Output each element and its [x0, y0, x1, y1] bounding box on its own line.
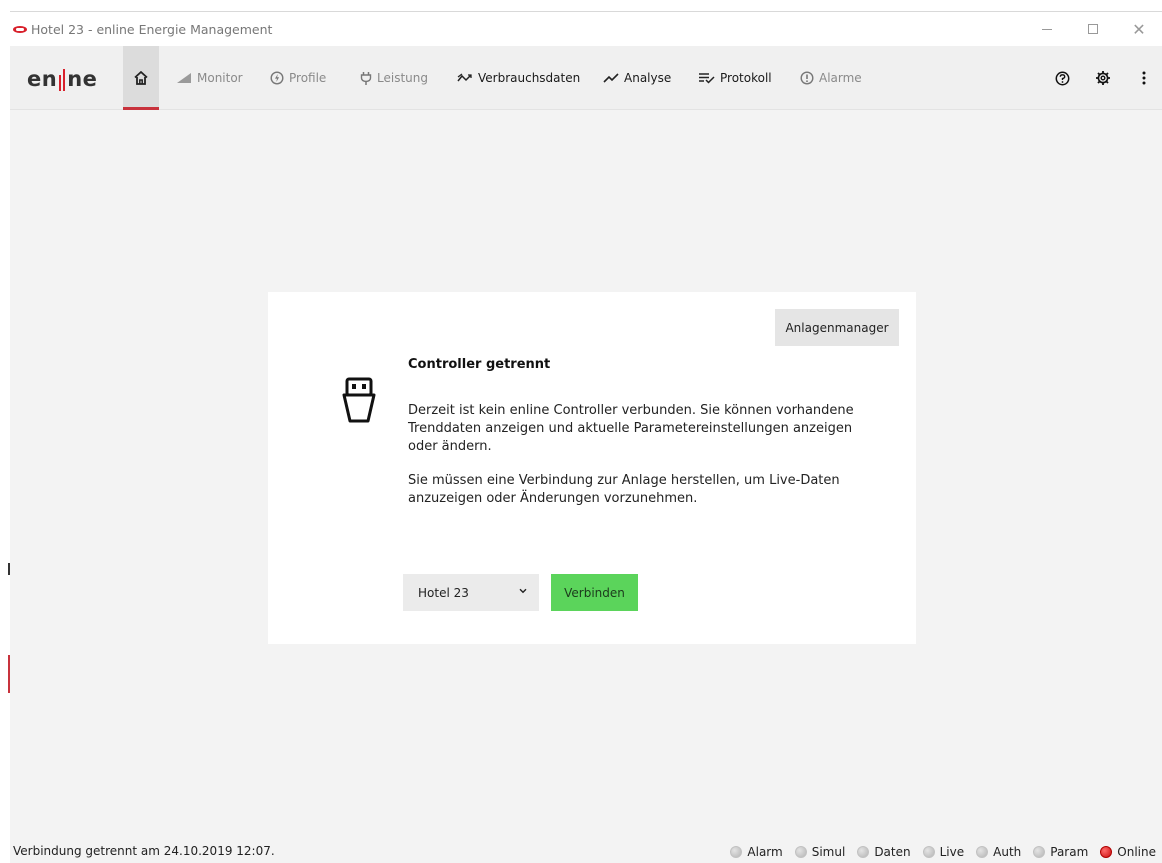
- status-message: Verbindung getrennt am 24.10.2019 12:07.: [13, 844, 275, 858]
- status-dot-icon: [794, 845, 807, 858]
- alert-circle-icon: [800, 71, 814, 85]
- indicator-alarm: Alarm: [730, 844, 783, 859]
- card-description-2: Sie müssen eine Verbindung zur Anlage he…: [408, 473, 840, 506]
- maximize-button[interactable]: [1070, 12, 1116, 46]
- nav-protokoll-label: Protokoll: [720, 71, 772, 85]
- enline-logo: en ne: [27, 67, 97, 91]
- window-title: Hotel 23 - enline Energie Management: [31, 21, 273, 37]
- close-button[interactable]: ✕: [1116, 12, 1162, 46]
- signal-icon: [176, 72, 192, 84]
- nav-verbrauchsdaten-label: Verbrauchsdaten: [478, 71, 581, 85]
- maximize-icon: [1088, 24, 1098, 34]
- more-icon: [1142, 71, 1146, 85]
- status-dot-icon: [922, 845, 935, 858]
- nav-protokoll[interactable]: Protokoll: [698, 46, 772, 110]
- nav-home-active-indicator: [123, 107, 159, 110]
- status-dot-icon: [730, 845, 743, 858]
- home-icon: [134, 71, 148, 85]
- indicator-label: Live: [939, 844, 965, 859]
- main-navbar: en ne Monitor Profile Leistung Verbrauch…: [10, 46, 1162, 110]
- indicator-online: Online: [1100, 845, 1156, 859]
- status-dot-icon: [976, 845, 989, 858]
- app-logo-icon: [13, 25, 27, 33]
- indicator-auth: Auth: [976, 845, 1021, 859]
- card-title: Controller getrennt: [408, 357, 551, 372]
- anlagenmanager-button[interactable]: Anlagenmanager: [775, 309, 899, 346]
- list-check-icon: [698, 72, 715, 84]
- indicator-param: Param: [1033, 845, 1088, 859]
- indicator-label: Online: [1117, 844, 1156, 859]
- logo-text-right: ne: [67, 67, 98, 91]
- help-icon: [1055, 71, 1069, 85]
- indicator-label: Auth: [993, 844, 1022, 859]
- settings-button[interactable]: [1091, 46, 1115, 110]
- installation-select[interactable]: Hotel 23: [403, 574, 539, 611]
- nav-monitor-label: Monitor: [197, 71, 243, 85]
- usb-plug-icon: [342, 377, 376, 423]
- window-controls: ✕: [1024, 12, 1162, 46]
- logo-text-left: en: [27, 67, 58, 91]
- help-button[interactable]: [1050, 46, 1074, 110]
- nav-analyse-label: Analyse: [624, 71, 672, 85]
- status-bar: Verbindung getrennt am 24.10.2019 12:07.…: [10, 839, 1162, 863]
- bolt-circle-icon: [270, 71, 284, 85]
- minimize-button[interactable]: [1024, 12, 1070, 46]
- nav-monitor[interactable]: Monitor: [176, 46, 243, 110]
- status-dot-icon: [1033, 845, 1046, 858]
- close-icon: ✕: [1132, 19, 1146, 39]
- nav-profile-label: Profile: [289, 71, 327, 85]
- nav-profile[interactable]: Profile: [270, 46, 326, 110]
- nav-leistung-label: Leistung: [377, 71, 428, 85]
- title-bar: Hotel 23 - enline Energie Management ✕: [10, 12, 1162, 46]
- more-button[interactable]: [1132, 46, 1156, 110]
- app-window: Hotel 23 - enline Energie Management ✕ e…: [10, 11, 1162, 863]
- indicator-label: Simul: [811, 844, 846, 859]
- minimize-icon: [1042, 28, 1052, 30]
- nav-alarme[interactable]: Alarme: [800, 46, 862, 110]
- settings-icon: [1096, 71, 1110, 85]
- nav-home[interactable]: [123, 46, 159, 110]
- indicator-live: Live: [922, 844, 965, 859]
- chevron-down-icon: [519, 588, 527, 594]
- card-description-1: Derzeit ist kein enline Controller verbu…: [408, 403, 854, 454]
- indicator-label: Alarm: [747, 844, 783, 859]
- indicator-label: Daten: [874, 844, 911, 859]
- disconnected-card: Anlagenmanager Controller getrennt Derze…: [268, 292, 916, 644]
- nav-leistung[interactable]: Leistung: [360, 46, 428, 110]
- indicator-daten: Daten: [857, 844, 911, 859]
- indicator-label: Param: [1050, 844, 1089, 859]
- nav-alarme-label: Alarme: [819, 71, 862, 85]
- connect-button[interactable]: Verbinden: [551, 574, 638, 611]
- indicator-simul: Simul: [794, 844, 846, 859]
- line-chart-icon: [603, 72, 619, 84]
- trend-icon: [457, 72, 473, 84]
- status-dot-red-icon: [1100, 845, 1113, 858]
- installation-select-value: Hotel 23: [418, 585, 469, 600]
- status-indicators: Alarm Simul Daten Live Auth Param Online: [718, 839, 1156, 863]
- status-dot-icon: [857, 845, 870, 858]
- logo-bars: [59, 69, 66, 91]
- nav-verbrauchsdaten[interactable]: Verbrauchsdaten: [457, 46, 580, 110]
- nav-analyse[interactable]: Analyse: [603, 46, 671, 110]
- plug-icon: [360, 71, 372, 86]
